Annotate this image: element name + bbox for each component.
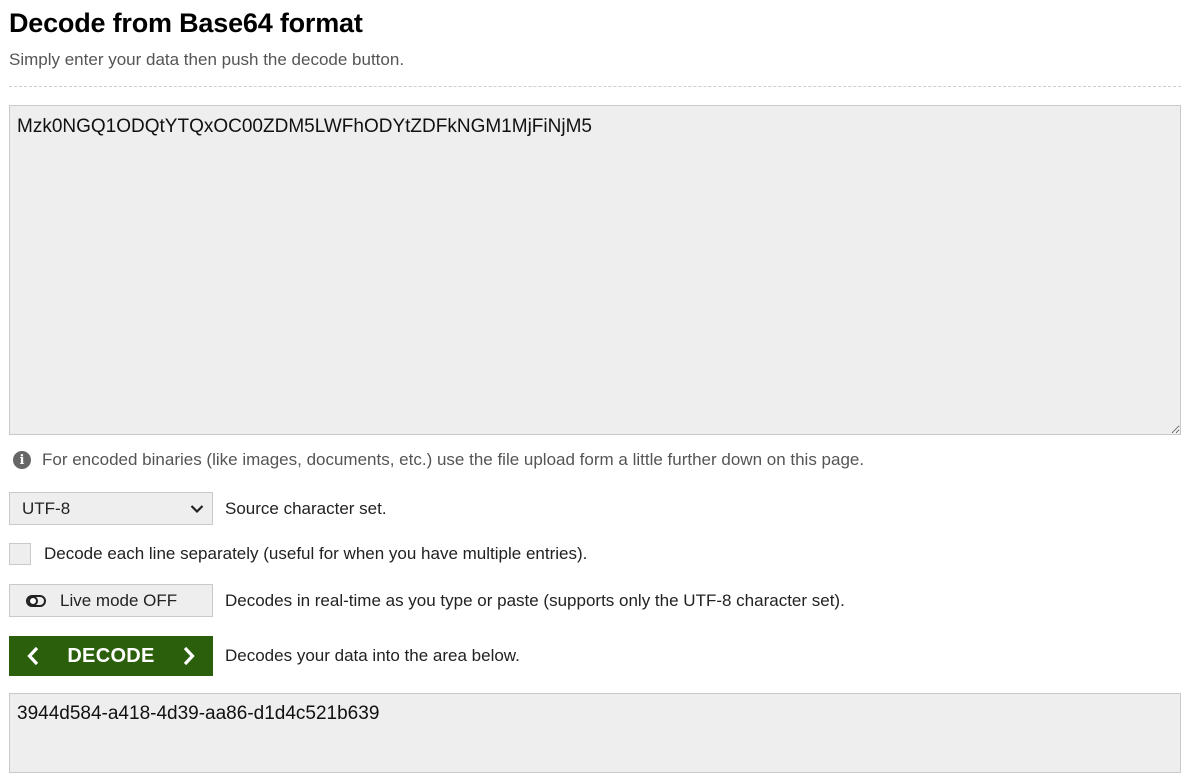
live-mode-button[interactable]: Live mode OFF [9,584,213,617]
file-upload-hint-text: For encoded binaries (like images, docum… [42,450,865,469]
line-separately-row: Decode each line separately (useful for … [9,543,587,565]
decode-row: DECODE Decodes your data into the area b… [9,636,520,676]
charset-row: UTF-8 Source character set. [9,492,387,525]
charset-label: Source character set. [225,498,387,518]
file-upload-hint: i For encoded binaries (like images, doc… [13,450,864,470]
info-icon: i [13,451,31,469]
base64-input-textarea[interactable]: Mzk0NGQ1ODQtYTQxOC00ZDM5LWFhODYtZDFkNGM1… [9,105,1181,435]
decoded-output-textarea[interactable]: 3944d584-a418-4d39-aa86-d1d4c521b639 [9,693,1181,773]
chevron-left-icon [27,646,39,666]
decode-lines-separately-checkbox[interactable] [9,543,31,565]
live-mode-button-label: Live mode OFF [60,590,178,610]
chevron-down-icon [190,504,204,514]
decode-button-label: DECODE [67,644,155,667]
live-mode-row: Live mode OFF Decodes in real-time as yo… [9,584,845,617]
toggle-off-icon [26,594,46,607]
decode-description: Decodes your data into the area below. [225,646,520,665]
live-mode-description: Decodes in real-time as you type or past… [225,590,845,610]
decode-button[interactable]: DECODE [9,636,213,676]
charset-selected-value: UTF-8 [22,498,71,518]
decode-lines-separately-label: Decode each line separately (useful for … [44,544,588,563]
page-subtitle: Simply enter your data then push the dec… [9,50,405,69]
chevron-right-icon [183,646,195,666]
charset-select[interactable]: UTF-8 [9,492,213,525]
divider [9,86,1181,87]
page-title: Decode from Base64 format [9,8,363,38]
